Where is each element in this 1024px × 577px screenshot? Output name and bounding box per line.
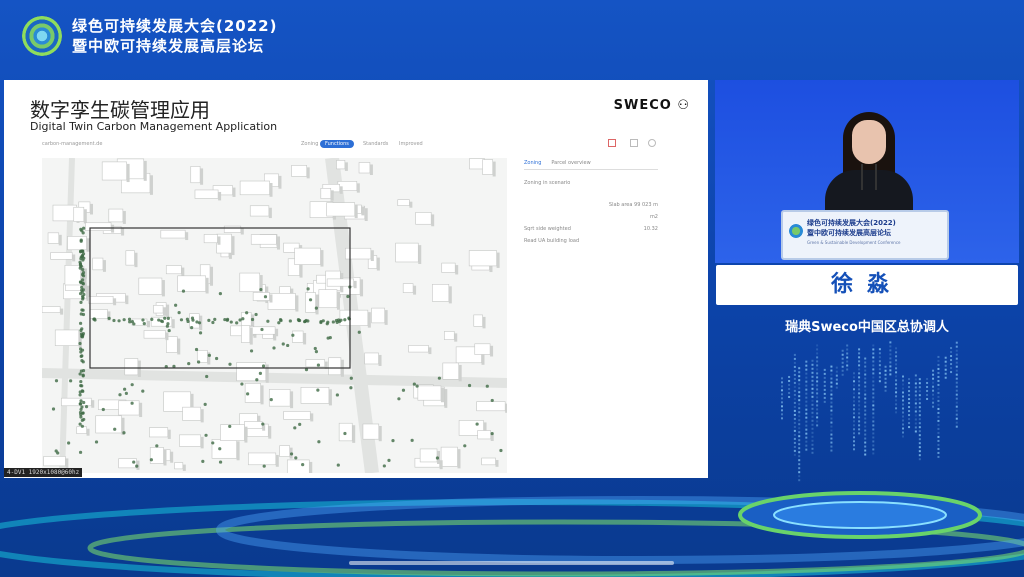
podium-text-line1: 绿色可持续发展大会(2022): [807, 219, 896, 227]
city-map-graphic: [42, 158, 507, 473]
speaker-video: 绿色可持续发展大会(2022) 暨中欧可持续发展高层论坛 Green & Sus…: [715, 80, 1019, 263]
panel-row: Zoning in scenario: [524, 180, 571, 186]
panel-row: m2: [649, 214, 658, 220]
speaker-face: [852, 120, 886, 164]
podium-logo-icon: [789, 224, 803, 238]
grid-icon[interactable]: [630, 139, 638, 147]
sweco-mark-icon: ⚇: [677, 98, 690, 113]
conference-title-line2: 暨中欧可持续发展高层论坛: [72, 37, 265, 55]
microphone-icon: [861, 164, 863, 190]
conference-logo-icon: [22, 16, 62, 56]
speaker-title: 瑞典Sweco中国区总协调人: [785, 320, 949, 335]
panel-tab-zoning[interactable]: Zoning: [524, 160, 541, 166]
podium-text-line2: 暨中欧可持续发展高层论坛: [807, 229, 891, 237]
conference-header: 绿色可持续发展大会(2022) 暨中欧可持续发展高层论坛: [22, 16, 277, 56]
slide-title-english: Digital Twin Carbon Management Applicati…: [30, 120, 278, 133]
sweco-logo: SWECO ⚇: [613, 98, 690, 113]
tab-improved[interactable]: Improved: [394, 140, 428, 148]
clock-icon[interactable]: [648, 139, 656, 147]
layer-icon[interactable]: [608, 139, 616, 147]
podium: 绿色可持续发展大会(2022) 暨中欧可持续发展高层论坛 Green & Sus…: [781, 210, 949, 260]
panel-row: Read UA building load: [524, 238, 580, 244]
conference-title-line1: 绿色可持续发展大会(2022): [72, 17, 278, 35]
tab-functions[interactable]: Functions: [320, 140, 354, 148]
digital-rain-decoration: [780, 341, 958, 482]
presentation-slide: 数字孪生碳管理应用 Digital Twin Carbon Management…: [4, 80, 708, 478]
tab-standards[interactable]: Standards: [358, 140, 393, 148]
panel-row: Sqrt side weighted: [524, 226, 571, 232]
progress-indicator: [349, 561, 674, 565]
slide-title-chinese: 数字孪生碳管理应用: [30, 98, 210, 122]
panel-row: Slab area 99 023 m: [608, 202, 658, 208]
podium-text-line3: Green & Sustainable Development Conferen…: [807, 240, 901, 245]
info-panel: Zoning Parcel overview Zoning in scenari…: [524, 160, 658, 300]
app-toolbar: carbon-management.de Zoning Functions St…: [42, 138, 662, 152]
speaker-name-card: 徐淼: [716, 265, 1018, 305]
app-url: carbon-management.de: [42, 141, 103, 147]
panel-value: 10.32: [643, 226, 658, 232]
panel-tab-parcel-overview[interactable]: Parcel overview: [551, 160, 590, 166]
city-3d-map[interactable]: [42, 158, 507, 473]
microphone-icon: [875, 164, 877, 190]
